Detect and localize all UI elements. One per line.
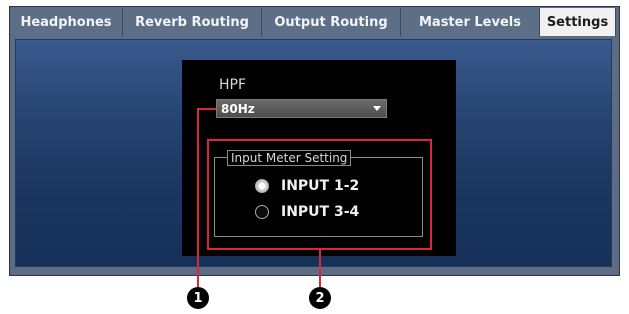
callout-1-leader-horizontal [197, 108, 216, 110]
input-meter-setting-legend: Input Meter Setting [227, 150, 352, 166]
hpf-label: HPF [219, 77, 247, 93]
radio-input-1-2[interactable]: INPUT 1-2 [255, 178, 359, 194]
radio-label-input-3-4: INPUT 3-4 [281, 204, 360, 220]
hpf-selected-value: 80Hz [221, 102, 255, 116]
radio-selected-icon[interactable] [255, 179, 269, 193]
radio-label-input-1-2: INPUT 1-2 [281, 178, 360, 194]
radio-unselected-icon[interactable] [255, 205, 269, 219]
callout-2-leader-vertical [319, 249, 321, 290]
radio-input-3-4[interactable]: INPUT 3-4 [255, 204, 359, 220]
tab-master-levels[interactable]: Master Levels [401, 8, 540, 36]
callout-marker-2: 2 [309, 287, 331, 309]
tab-output-routing[interactable]: Output Routing [262, 8, 401, 36]
hpf-dropdown[interactable]: 80Hz [216, 99, 387, 118]
tab-settings[interactable]: Settings [540, 8, 616, 36]
chevron-down-icon[interactable] [371, 101, 383, 116]
tab-bar: Headphones Reverb Routing Output Routing… [10, 7, 619, 37]
input-meter-setting-group: Input Meter Setting INPUT 1-2 INPUT 3-4 [214, 150, 423, 237]
tab-headphones[interactable]: Headphones [10, 8, 123, 36]
callout-1-leader-vertical [197, 108, 199, 290]
tab-reverb-routing[interactable]: Reverb Routing [123, 8, 262, 36]
callout-marker-1: 1 [187, 287, 209, 309]
